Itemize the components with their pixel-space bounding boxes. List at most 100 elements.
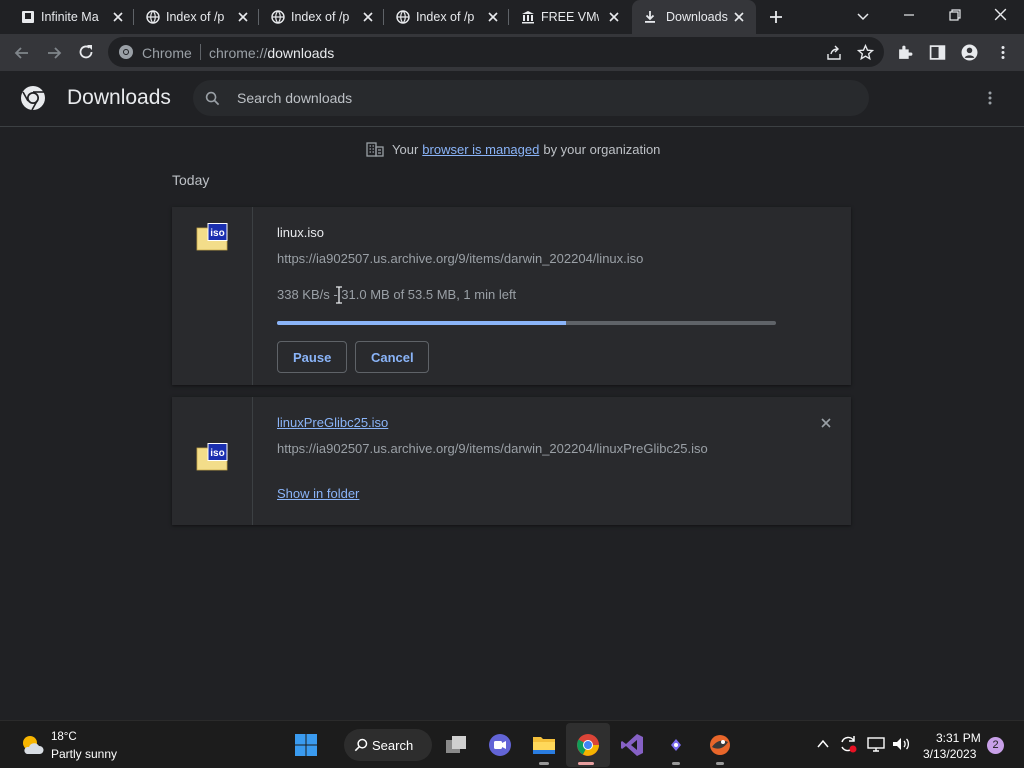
close-icon[interactable]: [111, 10, 125, 24]
browser-toolbar: Chrome chrome://downloads: [0, 34, 1024, 71]
chrome-logo-icon: [21, 86, 45, 111]
tab-title: Downloads: [666, 10, 728, 24]
tab-separator: [258, 9, 259, 25]
pause-button[interactable]: Pause: [277, 341, 347, 373]
tab-title: Index of /pub: [166, 10, 224, 24]
search-icon: [205, 91, 220, 106]
omnibox-url: chrome://downloads: [209, 45, 335, 61]
active-indicator: [578, 762, 594, 765]
chrome-logo-icon: [119, 45, 133, 59]
forward-arrow-icon[interactable]: [45, 44, 63, 62]
tab-strip: Infinite Mac Index of /pub Index of /pub…: [0, 0, 1024, 34]
tab-separator: [508, 9, 509, 25]
app-orange-icon[interactable]: [708, 733, 732, 757]
download-status: 338 KB/s - 31.0 MB of 53.5 MB, 1 min lef…: [277, 287, 517, 302]
download-progress-bar: [277, 321, 776, 325]
minimize-icon[interactable]: [902, 8, 916, 22]
teams-chat-icon[interactable]: [488, 733, 512, 757]
download-url: https://ia902507.us.archive.org/9/items/…: [277, 441, 708, 456]
back-arrow-icon[interactable]: [13, 44, 31, 62]
close-icon[interactable]: [236, 10, 250, 24]
close-icon[interactable]: [486, 10, 500, 24]
show-in-folder-link[interactable]: Show in folder: [277, 486, 359, 501]
share-icon[interactable]: [826, 45, 842, 61]
building-icon: [366, 142, 384, 157]
remove-from-list-close-icon[interactable]: [816, 413, 836, 433]
tab-downloads[interactable]: Downloads: [632, 0, 756, 34]
new-tab-plus-icon[interactable]: [768, 9, 784, 25]
tab-title: Infinite Mac: [41, 10, 99, 24]
download-filename-link[interactable]: linuxPreGlibc25.iso: [277, 415, 388, 430]
restore-icon[interactable]: [948, 8, 962, 22]
sync-icon[interactable]: [838, 734, 858, 754]
iso-file-icon: iso: [196, 443, 228, 471]
browser-managed-link[interactable]: browser is managed: [422, 142, 539, 157]
star-bookmark-icon[interactable]: [857, 44, 874, 61]
kebab-menu-icon[interactable]: [995, 44, 1011, 61]
taskbar-search-label: Search: [372, 738, 414, 753]
tab-title: Index of /pub: [416, 10, 474, 24]
tab-free-vmware[interactable]: FREE VMware: [514, 0, 632, 34]
iso-label: iso: [210, 448, 224, 459]
notification-badge[interactable]: 2: [987, 737, 1004, 754]
download-item-linuxpreglibc25-iso: iso linuxPreGlibc25.iso https://ia902507…: [172, 397, 851, 525]
managed-notice: Your browser is managed by your organiza…: [366, 141, 660, 157]
profile-avatar-icon[interactable]: [961, 44, 978, 61]
volume-icon[interactable]: [891, 735, 911, 753]
close-icon[interactable]: [607, 10, 621, 24]
taskbar-search-button[interactable]: Search: [344, 729, 432, 761]
date-section-label: Today: [172, 172, 210, 188]
tab-index-3[interactable]: Index of /pub: [389, 0, 509, 34]
app-diamond-icon[interactable]: [664, 733, 688, 757]
clock-time[interactable]: 3:31 PM: [936, 731, 981, 745]
search-input[interactable]: [237, 80, 837, 116]
tab-separator: [133, 9, 134, 25]
iso-label: iso: [210, 228, 224, 239]
visual-studio-icon[interactable]: [620, 733, 644, 757]
tab-title: FREE VMware: [541, 10, 599, 24]
search-downloads-box[interactable]: [193, 80, 869, 116]
tab-infinite-mac[interactable]: Infinite Mac: [14, 0, 134, 34]
cancel-button[interactable]: Cancel: [355, 341, 429, 373]
tab-index-1[interactable]: Index of /pub: [139, 0, 259, 34]
reload-icon[interactable]: [77, 43, 95, 61]
omnibox[interactable]: Chrome chrome://downloads: [108, 37, 884, 67]
download-progress-fill: [277, 321, 567, 325]
chrome-icon[interactable]: [576, 733, 600, 757]
search-icon: [354, 738, 368, 752]
task-view-icon[interactable]: [444, 733, 468, 757]
text-cursor-icon: [336, 286, 342, 304]
chevron-up-icon[interactable]: [816, 737, 830, 751]
archive-icon: [522, 11, 534, 24]
file-explorer-icon[interactable]: [532, 733, 556, 757]
running-indicator: [672, 762, 680, 765]
extensions-puzzle-icon[interactable]: [897, 44, 914, 61]
weather-temperature: 18°C: [51, 731, 77, 743]
tab-title: Index of /pub: [291, 10, 349, 24]
globe-icon: [396, 10, 410, 24]
omnibox-chip: Chrome: [142, 45, 192, 61]
clock-date[interactable]: 3/13/2023: [923, 747, 976, 761]
close-window-icon[interactable]: [993, 7, 1008, 22]
globe-icon: [146, 10, 160, 24]
download-filename: linux.iso: [277, 225, 324, 240]
download-icon: [645, 11, 655, 23]
omnibox-divider: [200, 44, 201, 60]
globe-icon: [271, 10, 285, 24]
tab-search-chevron-down-icon[interactable]: [856, 9, 870, 23]
iso-file-icon: iso: [196, 223, 228, 251]
windows-start-icon[interactable]: [294, 733, 318, 757]
file-icon-column: iso: [172, 207, 253, 385]
close-icon[interactable]: [361, 10, 375, 24]
tab-index-2[interactable]: Index of /pub: [264, 0, 384, 34]
page-title: Downloads: [67, 86, 171, 109]
download-item-linux-iso: iso linux.iso https://ia902507.us.archiv…: [172, 207, 851, 385]
file-icon-column: iso: [172, 397, 253, 525]
downloads-header: Downloads: [0, 71, 1024, 127]
close-icon[interactable]: [732, 10, 746, 24]
more-actions-kebab-icon[interactable]: [982, 90, 998, 106]
network-icon[interactable]: [866, 735, 886, 753]
side-panel-icon[interactable]: [929, 44, 946, 61]
document-icon: [22, 11, 34, 23]
weather-partly-sunny-icon[interactable]: [19, 733, 45, 757]
